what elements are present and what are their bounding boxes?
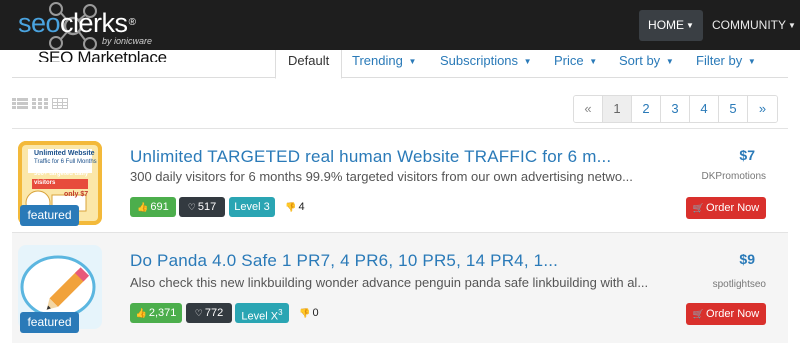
caret-down-icon: ▼ xyxy=(589,57,598,66)
tab-subscriptions[interactable]: Subscriptions ▼ xyxy=(440,50,532,78)
tab-subscriptions-label: Subscriptions xyxy=(440,53,519,68)
tab-price-label: Price xyxy=(554,53,584,68)
tab-trending[interactable]: Trending ▼ xyxy=(352,50,416,78)
pagination-page-3[interactable]: 3 xyxy=(661,96,690,122)
thumb-line4: only $7 xyxy=(64,191,89,198)
heart-icon: ♡ xyxy=(194,308,203,318)
thumb-line1: Unlimited Website xyxy=(34,150,95,157)
featured-badge: featured xyxy=(20,312,79,333)
listing-price: $9 xyxy=(739,251,755,267)
listing-title-link[interactable]: Unlimited TARGETED real human Website TR… xyxy=(130,147,611,167)
site-logo[interactable]: seoclerks® by ionicware xyxy=(6,0,206,50)
page-title: SEO Marketplace xyxy=(38,50,167,62)
pagination-prev-button[interactable]: « xyxy=(574,96,603,122)
level-badge: Level X3 xyxy=(235,303,289,323)
listing-row: Unlimited Website Traffic for 6 Full Mon… xyxy=(12,128,788,231)
chevron-down-icon: ▼ xyxy=(788,21,796,30)
pagination-page-2[interactable]: 2 xyxy=(632,96,661,122)
pagination-page-1[interactable]: 1 xyxy=(603,96,632,122)
tab-sort-by[interactable]: Sort by ▼ xyxy=(619,50,674,78)
chevron-down-icon: ▼ xyxy=(686,21,694,30)
level-badge: Level 3 xyxy=(229,197,275,217)
likes-count: 2,371 xyxy=(148,307,177,319)
tab-default[interactable]: Default xyxy=(275,50,343,79)
tab-default-label: Default xyxy=(288,53,330,68)
level-label: Level X xyxy=(241,310,279,323)
pagination-page-4[interactable]: 4 xyxy=(690,96,719,122)
dislikes-badge[interactable]: 👎 0 xyxy=(294,303,324,323)
tab-price[interactable]: Price ▼ xyxy=(554,50,597,78)
brand-wordmark: seoclerks® xyxy=(18,8,136,38)
order-now-label: Order Now xyxy=(706,308,760,320)
thumb-caption: Unlimited Website Traffic for 6 Full Mon… xyxy=(34,149,104,199)
likes-count: 691 xyxy=(150,201,169,213)
tab-trending-label: Trending xyxy=(352,53,403,68)
tab-sort-by-label: Sort by xyxy=(619,53,661,68)
listing-description: Also check this new linkbuilding wonder … xyxy=(130,275,649,290)
thumbs-down-icon: 👎 xyxy=(299,308,311,318)
order-now-button[interactable]: 🛒 Order Now xyxy=(686,197,766,219)
list-view-icon[interactable] xyxy=(12,98,28,110)
seller-name[interactable]: DKPromotions xyxy=(702,171,766,182)
brand-prefix: seo xyxy=(18,8,61,38)
caret-down-icon: ▼ xyxy=(665,57,674,66)
dislikes-badge[interactable]: 👎 4 xyxy=(280,197,310,217)
thumbs-down-icon: 👎 xyxy=(285,202,297,212)
listing-row: featured Do Panda 4.0 Safe 1 PR7, 4 PR6,… xyxy=(12,232,788,343)
order-now-button[interactable]: 🛒 Order Now xyxy=(686,303,766,325)
hearts-badge[interactable]: ♡ 772 xyxy=(186,303,232,323)
listing-price: $7 xyxy=(739,147,755,163)
dislikes-count: 4 xyxy=(298,201,305,213)
grid-view-icon[interactable] xyxy=(32,98,48,110)
thumbs-up-icon: 👍 xyxy=(137,202,149,212)
page-title-text: SEO Marketplace xyxy=(38,50,167,62)
thumbs-up-icon: 👍 xyxy=(135,308,147,318)
dislikes-count: 0 xyxy=(312,307,319,319)
pagination-page-5[interactable]: 5 xyxy=(719,96,748,122)
nav-home-label: HOME xyxy=(648,18,685,32)
hearts-count: 517 xyxy=(197,201,217,213)
table-view-icon[interactable] xyxy=(52,98,68,110)
cart-icon: 🛒 xyxy=(692,309,705,319)
brand-tagline: by ionicware xyxy=(102,36,153,46)
heart-icon: ♡ xyxy=(187,202,196,212)
tab-filter-by[interactable]: Filter by ▼ xyxy=(696,50,756,78)
nav-home-button[interactable]: HOME ▼ xyxy=(639,10,703,41)
listing-description: 300 daily visitors for 6 months 99.9% ta… xyxy=(130,169,633,184)
hearts-count: 772 xyxy=(204,307,224,319)
tab-filter-by-label: Filter by xyxy=(696,53,743,68)
cart-icon: 🛒 xyxy=(692,203,705,213)
nav-community-button[interactable]: COMMUNITY ▼ xyxy=(712,10,796,41)
listing-title-link[interactable]: Do Panda 4.0 Safe 1 PR7, 4 PR6, 10 PR5, … xyxy=(130,251,558,271)
featured-badge: featured xyxy=(20,205,79,226)
thumb-line2: Traffic for 6 Full Months xyxy=(34,159,97,165)
caret-down-icon: ▼ xyxy=(523,57,532,66)
nav-community-label: COMMUNITY xyxy=(712,18,786,32)
thumb-line3: 300+ targeted daily visitors xyxy=(34,171,89,186)
brand-suffix: clerks xyxy=(60,8,128,38)
caret-down-icon: ▼ xyxy=(747,57,756,66)
caret-down-icon: ▼ xyxy=(408,57,417,66)
seller-name[interactable]: spotlightseo xyxy=(713,279,766,290)
order-now-label: Order Now xyxy=(706,202,760,214)
pagination-next-button[interactable]: » xyxy=(748,96,777,122)
top-navbar: seoclerks® by ionicware HOME ▼ COMMUNITY ▼ xyxy=(0,0,800,50)
level-superscript: 3 xyxy=(278,308,283,317)
hearts-badge[interactable]: ♡ 517 xyxy=(179,197,225,217)
pagination: « 1 2 3 4 5 » xyxy=(573,95,778,123)
brand-registered: ® xyxy=(128,17,136,28)
likes-badge[interactable]: 👍 691 xyxy=(130,197,176,217)
likes-badge[interactable]: 👍 2,371 xyxy=(130,303,182,323)
